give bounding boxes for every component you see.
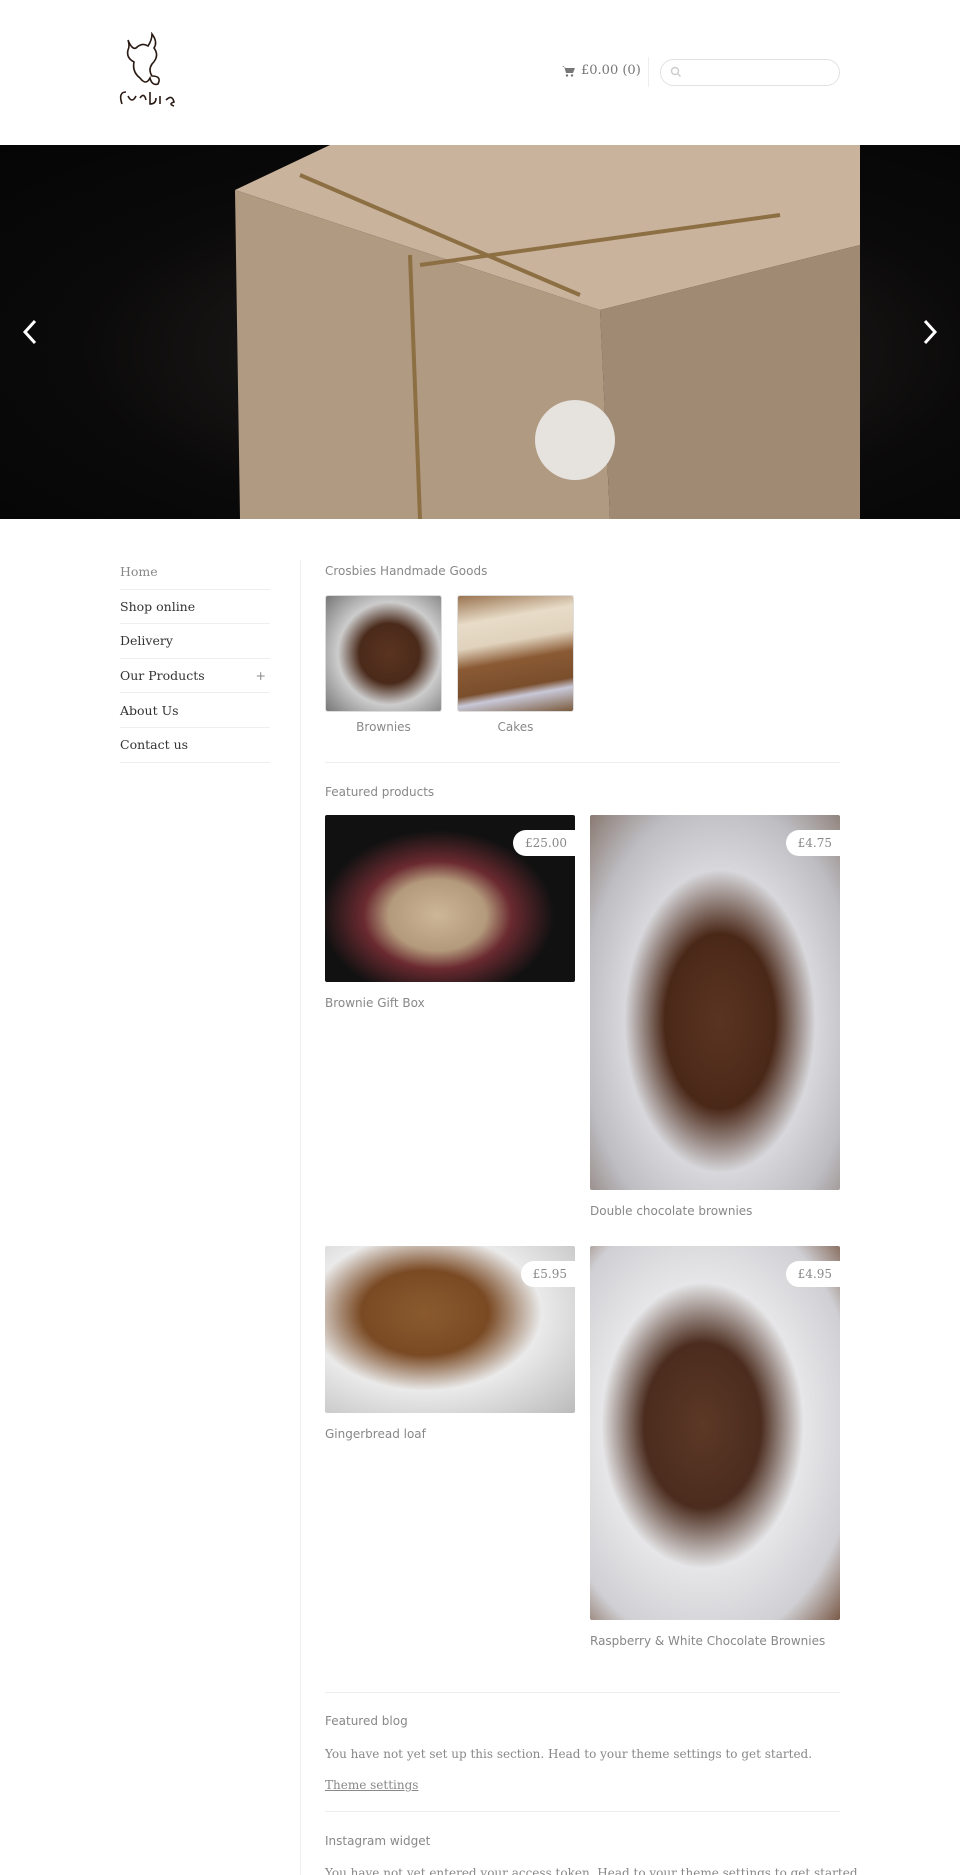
sidebar-item-label: Home <box>120 564 158 580</box>
hero-slideshow <box>0 145 960 519</box>
price-badge: £4.75 <box>785 830 840 856</box>
blog-title: Featured blog <box>325 1714 408 1728</box>
sidebar-item-label: Contact us <box>120 737 189 753</box>
product-image[interactable]: £4.95 <box>590 1246 840 1620</box>
instagram-message: You have not yet entered your access tok… <box>325 1866 862 1875</box>
search-input[interactable] <box>689 60 829 84</box>
collection-label[interactable]: Cakes <box>457 720 574 734</box>
product-name[interactable]: Brownie Gift Box <box>325 996 575 1010</box>
product-image[interactable]: £4.75 <box>590 815 840 1190</box>
collection-cakes[interactable]: Cakes <box>457 595 574 734</box>
product-card[interactable]: £4.95 Raspberry & White Chocolate Browni… <box>590 1246 840 1648</box>
chevron-left-icon[interactable] <box>16 317 46 347</box>
hero-image-gift-box <box>235 145 860 519</box>
collections-title: Crosbies Handmade Goods <box>325 564 488 578</box>
sidebar-item-label: Our Products <box>120 668 205 684</box>
product-card[interactable]: £5.95 Gingerbread loaf <box>325 1246 575 1441</box>
chevron-right-icon[interactable] <box>914 317 944 347</box>
sidebar-item-contact-us[interactable]: Contact us <box>120 728 270 763</box>
instagram-title: Instagram widget <box>325 1834 431 1848</box>
sidebar-item-label: Delivery <box>120 633 173 649</box>
price-badge: £5.95 <box>520 1261 575 1287</box>
product-image[interactable]: £5.95 <box>325 1246 575 1413</box>
cart-total: £0.00 (0) <box>581 63 641 78</box>
cart-icon <box>562 65 575 77</box>
sidebar-item-delivery[interactable]: Delivery <box>120 624 270 659</box>
sidebar-item-about-us[interactable]: About Us <box>120 693 270 728</box>
product-name[interactable]: Raspberry & White Chocolate Brownies <box>590 1634 840 1648</box>
divider <box>325 1692 840 1693</box>
collection-label[interactable]: Brownies <box>325 720 442 734</box>
header-divider <box>648 57 649 87</box>
divider <box>325 1811 840 1812</box>
sidebar-item-shop-online[interactable]: Shop online <box>120 590 270 625</box>
search-box[interactable] <box>660 59 840 86</box>
price-badge: £25.00 <box>513 830 575 856</box>
sidebar-nav: Home Shop online Delivery Our Products + … <box>120 555 270 763</box>
sidebar-item-home[interactable]: Home <box>120 555 270 590</box>
divider <box>325 762 840 763</box>
search-icon <box>670 66 681 77</box>
sidebar-item-label: About Us <box>120 702 179 718</box>
collection-brownies[interactable]: Brownies <box>325 595 442 734</box>
cart-link[interactable]: £0.00 (0) <box>562 63 641 78</box>
collection-image[interactable] <box>325 595 442 712</box>
product-name[interactable]: Gingerbread loaf <box>325 1427 575 1441</box>
expand-icon[interactable]: + <box>256 668 266 683</box>
price-badge: £4.95 <box>785 1261 840 1287</box>
product-card[interactable]: £4.75 Double chocolate brownies <box>590 815 840 1218</box>
blog-message: You have not yet set up this section. He… <box>325 1747 813 1761</box>
featured-title: Featured products <box>325 785 435 799</box>
sidebar-item-our-products[interactable]: Our Products + <box>120 659 270 694</box>
product-image[interactable]: £25.00 <box>325 815 575 982</box>
sidebar-item-label: Shop online <box>120 598 196 614</box>
collection-image[interactable] <box>457 595 574 712</box>
product-name[interactable]: Double chocolate brownies <box>590 1204 840 1218</box>
theme-settings-link[interactable]: Theme settings <box>325 1778 418 1792</box>
logo[interactable] <box>118 31 188 108</box>
product-card[interactable]: £25.00 Brownie Gift Box <box>325 815 575 1010</box>
sidebar-divider <box>300 560 301 1875</box>
